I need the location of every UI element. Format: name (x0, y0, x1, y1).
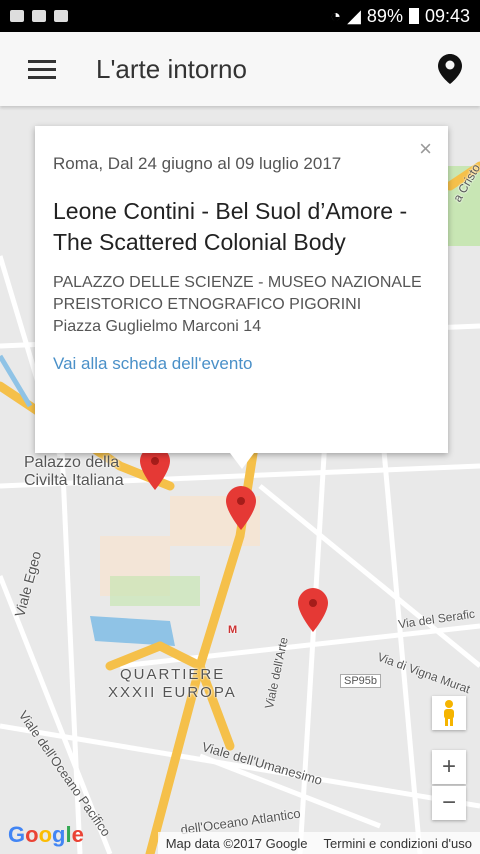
map-label-quartiere: QUARTIERE (120, 666, 226, 683)
status-bar: ◔ ◢ 89% 09:43 (0, 0, 480, 32)
notification-icons (10, 10, 68, 22)
app-title: L'arte intorno (96, 53, 247, 84)
event-date: Roma, Dal 24 giugno al 09 luglio 2017 (53, 154, 342, 173)
location-button[interactable] (420, 32, 480, 106)
wifi-icon: ◔ (330, 5, 342, 26)
info-window: × Roma, Dal 24 giugno al 09 luglio 2017 … (35, 126, 448, 469)
event-title: Leone Contini - Bel Suol d’Amore - The S… (53, 198, 408, 255)
terms-link[interactable]: Termini e condizioni d'uso (324, 836, 472, 851)
event-venue: PALAZZO DELLE SCIENZE - MUSEO NAZIONALE … (53, 274, 422, 313)
image-notification-icon (10, 10, 24, 22)
battery-percent: 89% (366, 5, 403, 26)
event-address: Piazza Guglielmo Marconi 14 (53, 318, 262, 335)
zoom-in-button[interactable]: + (432, 750, 466, 784)
hamburger-icon (28, 55, 56, 84)
map-label-palazzo-2: Civiltà Italiana (24, 472, 124, 489)
battery-icon (408, 8, 419, 24)
app-bar: L'arte intorno (0, 32, 480, 106)
metro-icon: M (228, 624, 238, 636)
map-label-palazzo: Palazzo della (24, 454, 120, 471)
menu-button[interactable] (0, 32, 84, 106)
zoom-out-button[interactable]: − (432, 786, 466, 820)
event-details-link[interactable]: Vai alla scheda dell'evento (53, 354, 253, 374)
mail-notification-icon (32, 10, 46, 22)
flipboard-notification-icon (54, 10, 68, 22)
map-label-europa: XXXII EUROPA (108, 684, 237, 701)
map-label-sp95b: SP95b (340, 674, 382, 688)
signal-icon: ◢ (347, 5, 361, 26)
clock: 09:43 (424, 5, 470, 26)
map-footer: Map data ©2017 Google Termini e condizio… (157, 832, 480, 854)
map-marker-selected[interactable] (226, 486, 256, 530)
location-pin-icon (438, 54, 462, 84)
map-data-attribution: Map data ©2017 Google (165, 835, 308, 851)
close-icon[interactable]: × (419, 136, 432, 162)
map-marker[interactable] (298, 588, 328, 632)
pegman-icon (444, 700, 454, 726)
google-logo: Google (8, 822, 84, 847)
map-view[interactable]: Palazzo della Civiltà Italiana QUARTIERE… (0, 106, 480, 854)
info-window-tail (230, 453, 254, 469)
street-view-pegman-button[interactable] (432, 696, 466, 730)
